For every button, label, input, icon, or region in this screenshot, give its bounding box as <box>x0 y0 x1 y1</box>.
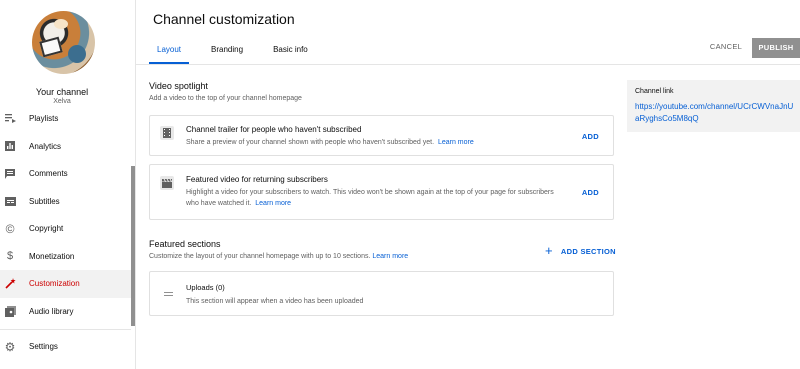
magic-wand-icon <box>4 278 16 290</box>
audio-library-icon <box>4 305 16 317</box>
sidebar-item-label: Playlists <box>29 114 59 124</box>
analytics-icon <box>4 140 16 152</box>
cancel-button[interactable]: CANCEL <box>703 38 749 56</box>
sidebar-item-copyright[interactable]: © Copyright <box>0 215 131 243</box>
sidebar-item-label: Audio library <box>29 306 74 316</box>
channel-avatar[interactable] <box>32 11 95 74</box>
header-divider <box>136 64 800 65</box>
tab-bar: Layout Branding Basic info <box>149 38 330 64</box>
sidebar-item-audio-library[interactable]: Audio library <box>0 298 131 326</box>
subtitles-icon <box>4 195 16 207</box>
card-description: Highlight a video for your subscribers t… <box>186 187 566 209</box>
comments-icon <box>4 168 16 180</box>
sidebar-item-label: Settings <box>29 342 58 352</box>
sidebar-item-comments[interactable]: Comments <box>0 160 131 188</box>
card-description-text: Highlight a video for your subscribers t… <box>186 189 554 207</box>
add-channel-trailer-button[interactable]: ADD <box>582 132 599 141</box>
sidebar-item-label: Analytics <box>29 141 62 151</box>
card-title: Channel trailer for people who haven't s… <box>186 125 362 134</box>
tab-basic-info[interactable]: Basic info <box>265 38 316 64</box>
channel-link-url[interactable]: https://youtube.com/channel/UCrCWVnaJnUa… <box>635 101 795 125</box>
video-film-icon <box>160 126 174 140</box>
video-clapper-icon <box>160 176 174 190</box>
sidebar-item-subtitles[interactable]: Subtitles <box>0 188 131 216</box>
learn-more-link[interactable]: Learn more <box>438 139 474 146</box>
add-section-label: ADD SECTION <box>560 246 616 256</box>
featured-video-card: Featured video for returning subscribers… <box>149 164 614 220</box>
sidebar-item-playlists[interactable]: Playlists <box>0 105 131 133</box>
sidebar-divider <box>0 329 131 330</box>
sidebar-item-label: Customization <box>29 279 80 289</box>
card-title: Featured video for returning subscribers <box>186 175 328 184</box>
sidebar-item-label: Comments <box>29 169 68 179</box>
sidebar: Your channel Xelva Playlists Analytics C… <box>0 0 136 369</box>
add-section-button[interactable]: + ADD SECTION <box>545 243 616 258</box>
sidebar-item-label: Subtitles <box>29 196 60 206</box>
add-featured-video-button[interactable]: ADD <box>582 188 599 197</box>
card-description-text: Share a preview of your channel shown wi… <box>186 139 435 146</box>
copyright-icon: © <box>5 221 15 236</box>
channel-trailer-card: Channel trailer for people who haven't s… <box>149 115 614 156</box>
gear-icon: ⚙ <box>4 339 16 354</box>
uploads-section-title: Uploads (0) <box>186 283 225 292</box>
playlist-icon <box>4 113 16 125</box>
channel-name-label: Your channel <box>35 87 89 97</box>
sidebar-item-analytics[interactable]: Analytics <box>0 133 131 161</box>
video-spotlight-title: Video spotlight <box>149 81 208 91</box>
sidebar-item-label: Copyright <box>29 224 64 234</box>
featured-sections-title: Featured sections <box>149 239 221 249</box>
uploads-section-description: This section will appear when a video ha… <box>186 298 364 305</box>
page-title: Channel customization <box>153 11 295 27</box>
card-description: Share a preview of your channel shown wi… <box>186 137 556 148</box>
publish-button[interactable]: PUBLISH <box>752 38 800 58</box>
video-spotlight-subtitle: Add a video to the top of your channel h… <box>149 95 302 102</box>
learn-more-link[interactable]: Learn more <box>255 200 291 207</box>
drag-handle-icon[interactable] <box>164 292 173 298</box>
channel-link-panel: Channel link https://youtube.com/channel… <box>627 80 800 132</box>
channel-handle: Xelva <box>53 98 71 105</box>
sidebar-item-customization[interactable]: Customization <box>0 270 131 298</box>
sidebar-nav: Playlists Analytics Comments Subtitles ©… <box>0 105 131 330</box>
featured-sections-subtitle: Customize the layout of your channel hom… <box>149 253 408 260</box>
sidebar-item-monetization[interactable]: $ Monetization <box>0 243 131 271</box>
tab-layout[interactable]: Layout <box>149 38 190 64</box>
sidebar-item-settings[interactable]: ⚙ Settings <box>0 333 131 361</box>
featured-sections-subtitle-text: Customize the layout of your channel hom… <box>149 253 371 260</box>
dollar-icon: $ <box>6 250 14 263</box>
sidebar-item-label: Monetization <box>29 251 75 261</box>
learn-more-link[interactable]: Learn more <box>372 253 408 260</box>
sidebar-scrollbar[interactable] <box>131 166 135 326</box>
plus-icon: + <box>545 243 553 258</box>
tab-branding[interactable]: Branding <box>203 38 251 64</box>
uploads-section-card[interactable]: Uploads (0) This section will appear whe… <box>149 271 614 316</box>
channel-link-label: Channel link <box>635 88 674 95</box>
